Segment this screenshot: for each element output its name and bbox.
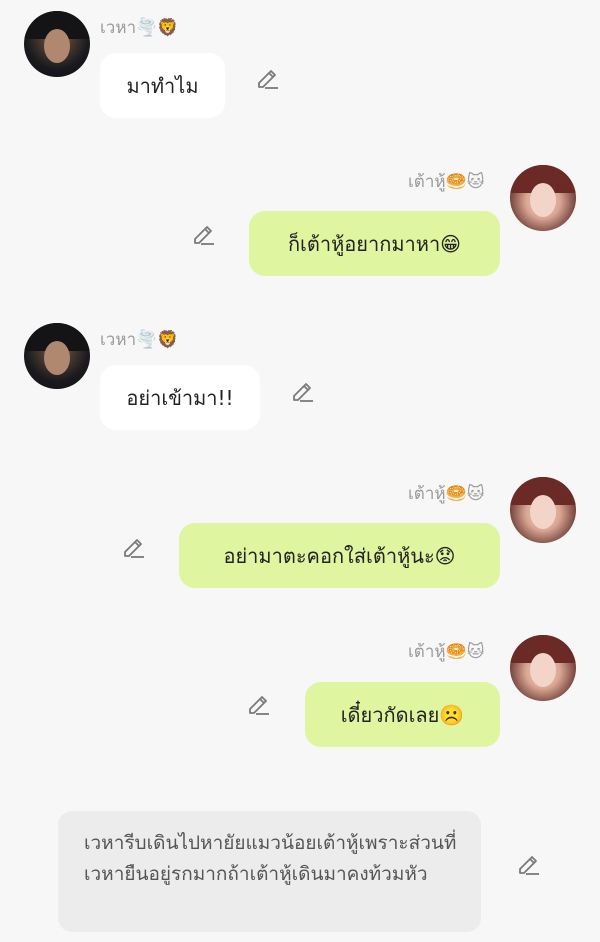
sender-name: เต้าหู้🥯🐱	[408, 172, 485, 192]
edit-pencil-icon[interactable]	[289, 377, 315, 403]
sender-name: เต้าหู้🥯🐱	[408, 642, 485, 662]
sender-name: เวหา🌪️🦁	[100, 18, 179, 38]
message-bubble[interactable]: เดี๋ยวกัดเลย☹️	[305, 682, 500, 747]
message-bubble[interactable]: อย่ามาตะคอกใส่เต้าหู้นะ😟	[179, 523, 500, 588]
narration-text: เวหารีบเดินไปหายัยแมวน้อยเต้าหู้เพราะส่ว…	[84, 832, 457, 885]
avatar-right[interactable]	[510, 635, 576, 701]
avatar-left[interactable]	[24, 323, 90, 389]
edit-pencil-icon[interactable]	[190, 220, 216, 246]
sender-name: เวหา🌪️🦁	[100, 330, 179, 350]
narration-box[interactable]: เวหารีบเดินไปหายัยแมวน้อยเต้าหู้เพราะส่ว…	[58, 811, 481, 932]
message-bubble[interactable]: อย่าเข้ามา!!	[100, 365, 260, 430]
avatar-right[interactable]	[510, 165, 576, 231]
edit-pencil-icon[interactable]	[254, 64, 280, 90]
edit-pencil-icon[interactable]	[245, 690, 271, 716]
avatar-left[interactable]	[24, 11, 90, 77]
message-bubble[interactable]: มาทำไม	[100, 53, 225, 118]
sender-name: เต้าหู้🥯🐱	[408, 484, 485, 504]
edit-pencil-icon[interactable]	[515, 850, 541, 876]
avatar-right[interactable]	[510, 477, 576, 543]
message-bubble[interactable]: ก็เต้าหู้อยากมาหา😁	[249, 211, 500, 276]
edit-pencil-icon[interactable]	[120, 533, 146, 559]
